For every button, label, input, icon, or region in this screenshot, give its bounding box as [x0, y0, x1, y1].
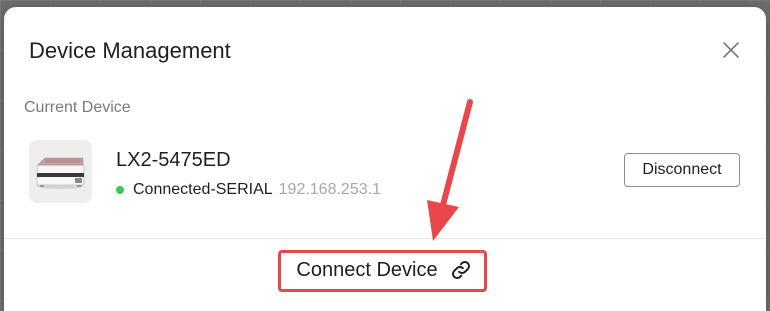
close-button[interactable] [720, 39, 742, 61]
footer-divider [4, 238, 766, 239]
ip-address: 192.168.253.1 [278, 181, 381, 198]
device-name: LX2-5475ED [116, 149, 231, 171]
connection-status: Connected-SERIAL 192.168.253.1 [116, 179, 381, 201]
connect-device-label: Connect Device [296, 258, 438, 281]
link-icon [450, 259, 472, 281]
status-dot-icon [116, 186, 124, 194]
dialog-title: Device Management [29, 38, 231, 63]
device-management-dialog: Device Management Current Device LX2-547… [4, 7, 766, 311]
close-icon [723, 42, 739, 58]
current-device-label: Current Device [24, 99, 131, 116]
device-thumbnail [29, 140, 92, 203]
connect-device-button[interactable]: Connect Device [279, 248, 489, 292]
status-text: Connected-SERIAL [133, 181, 273, 198]
laser-engraver-icon [36, 157, 85, 189]
disconnect-button[interactable]: Disconnect [624, 153, 740, 187]
